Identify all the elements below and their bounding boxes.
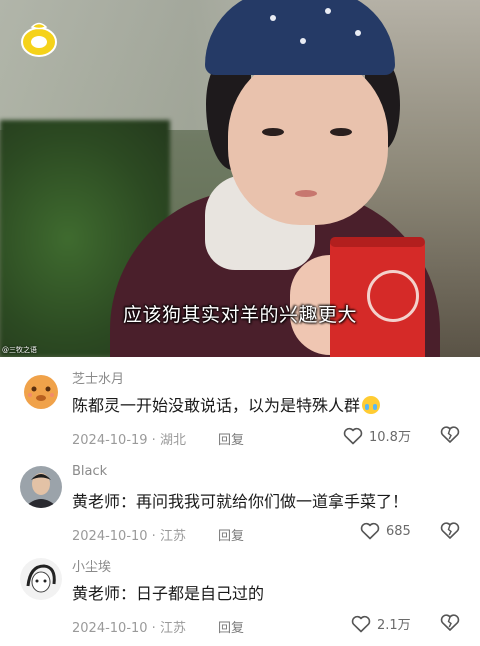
comment-meta: 2024-10-10 · 江苏: [72, 529, 186, 544]
like-button[interactable]: 10.8万: [343, 426, 411, 445]
comment-username[interactable]: 小尘埃: [72, 556, 111, 575]
mug-rim: [330, 237, 425, 247]
face: [228, 55, 388, 225]
video-subtitle: 应该狗其实对羊的兴趣更大: [122, 304, 357, 326]
cap-pattern-dot: [325, 8, 331, 14]
cap-pattern-dot: [270, 15, 276, 21]
comment-item: Black 黄老师：再问我我可就给你们做一道拿手菜了！ 2024-10-10 ·…: [0, 458, 480, 554]
broken-heart-icon[interactable]: [440, 425, 460, 445]
heart-icon: [351, 615, 371, 632]
comment-meta: 2024-10-10 · 江苏: [72, 621, 186, 636]
avatar[interactable]: [20, 370, 62, 412]
comment-username[interactable]: 芝士水月: [72, 368, 124, 387]
sketch-avatar-icon: [20, 558, 62, 600]
mouth: [295, 190, 317, 197]
comment-item: 小尘埃 黄老师：日子都是自己过的 2024-10-10 · 江苏 回复 2.1万: [0, 550, 480, 646]
reply-button[interactable]: 回复: [218, 525, 244, 544]
comment-text: 陈都灵一开始没敢说话，以为是特殊人群: [72, 392, 381, 416]
like-button[interactable]: 2.1万: [351, 614, 411, 633]
broken-heart-icon[interactable]: [440, 521, 460, 541]
comment-text: 黄老师：再问我我可就给你们做一道拿手菜了！: [72, 492, 409, 511]
cap-pattern-dot: [355, 30, 361, 36]
heart-icon: [360, 522, 380, 540]
like-count: 10.8万: [369, 430, 411, 445]
comment-item: 芝士水月 陈都灵一开始没敢说话，以为是特殊人群 2024-10-19 · 湖北 …: [0, 362, 480, 458]
like-count: 2.1万: [377, 618, 411, 633]
like-count: 685: [386, 523, 411, 539]
video-watermark: @三牧之语: [2, 346, 37, 354]
cartoon-avatar-icon: [20, 370, 62, 412]
avatar[interactable]: [20, 558, 62, 600]
comment-text-content: 陈都灵一开始没敢说话，以为是特殊人群: [72, 396, 361, 415]
comment-text: 黄老师：日子都是自己过的: [72, 584, 265, 603]
crying-face-icon: [362, 396, 381, 414]
reply-button[interactable]: 回复: [218, 429, 244, 448]
broken-heart-icon[interactable]: [440, 613, 460, 633]
video-frame[interactable]: 应该狗其实对羊的兴趣更大 @三牧之语: [0, 0, 480, 357]
like-button[interactable]: 685: [360, 522, 411, 540]
left-eye: [262, 128, 284, 136]
mango-tv-logo-icon: [21, 22, 57, 57]
heart-icon: [343, 427, 363, 444]
blue-cap: [205, 0, 395, 75]
reply-button[interactable]: 回复: [218, 617, 244, 636]
cap-pattern-dot: [300, 38, 306, 44]
comment-meta: 2024-10-19 · 湖北: [72, 433, 186, 448]
comment-username[interactable]: Black: [72, 464, 107, 479]
right-eye: [330, 128, 352, 136]
man-avatar-icon: [20, 466, 62, 508]
avatar[interactable]: [20, 466, 62, 508]
